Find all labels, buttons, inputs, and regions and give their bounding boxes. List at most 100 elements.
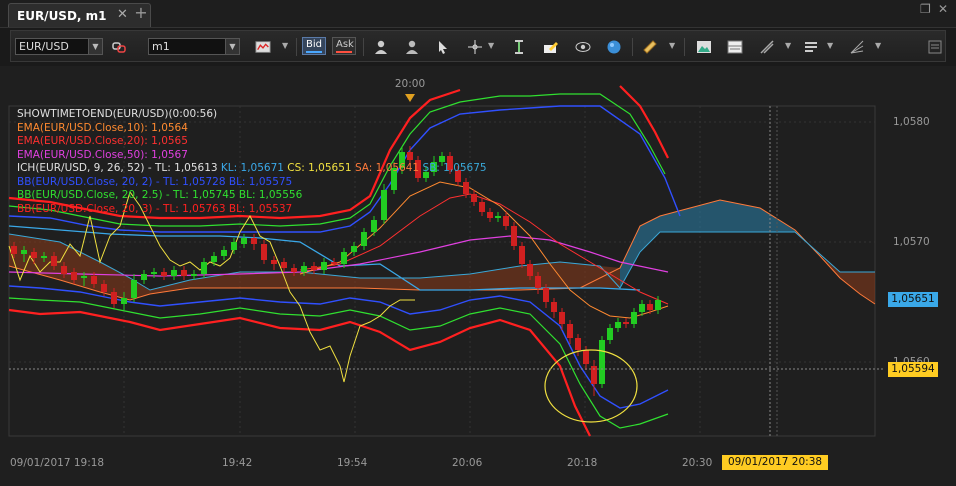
candle-up (495, 216, 501, 218)
ask-button[interactable]: Ask (332, 37, 356, 55)
chevron-down-icon[interactable]: ▼ (785, 41, 791, 50)
candle-up (21, 250, 27, 254)
candle-down (251, 238, 257, 244)
person-alt-icon[interactable] (404, 39, 420, 55)
ich-cs: CS: 1,05651 (287, 162, 352, 174)
candle-up (351, 246, 357, 252)
candle-down (71, 272, 77, 280)
candle-up (341, 252, 347, 264)
price-axis-label: 1,0570 (893, 236, 930, 248)
chevron-down-icon[interactable]: ▼ (488, 41, 494, 50)
legend-bb-25: BB(EUR/USD.Close, 20, 2.5) - TL: 1,05745… (17, 189, 303, 201)
candle-down (647, 304, 653, 310)
pencil-icon[interactable] (543, 39, 559, 55)
cursor-time-tag: 09/01/2017 20:38 (722, 455, 828, 470)
add-tab-button[interactable]: + (130, 4, 152, 26)
tab-title: EUR/USD, m1 (17, 9, 107, 23)
globe-icon[interactable] (606, 39, 622, 55)
list-icon[interactable] (803, 39, 819, 55)
legend-ichimoku: ICH(EUR/USD, 9, 26, 52) - TL: 1,05613 KL… (17, 162, 487, 176)
candle-up (41, 256, 47, 258)
candle-down (331, 262, 337, 264)
candle-up (151, 272, 157, 274)
menu-icon[interactable] (927, 39, 943, 55)
candle-down (181, 270, 187, 276)
candle-up (301, 266, 307, 272)
candle-down (567, 324, 573, 338)
person-icon[interactable] (373, 39, 389, 55)
ich-kl: KL: 1,05671 (220, 162, 284, 174)
text-tool-icon[interactable] (511, 39, 527, 55)
restore-icon[interactable]: ❐ (920, 2, 931, 16)
candle-down (503, 216, 509, 226)
chevron-down-icon[interactable]: ▼ (669, 41, 675, 50)
ask-label: Ask (336, 39, 354, 50)
bid-button[interactable]: Bid (302, 37, 326, 55)
ask-indicator (336, 51, 352, 53)
bid-label: Bid (306, 39, 322, 50)
time-axis-label: 19:54 (337, 457, 368, 469)
candle-up (321, 262, 327, 270)
candle-up (655, 300, 661, 310)
ich-name: ICH(EUR/USD, 9, 26, 52) - (17, 162, 152, 174)
candle-down (311, 266, 317, 270)
ruler-icon[interactable] (642, 39, 658, 55)
title-bar: EUR/USD, m1 ✕ + ❐ ✕ (0, 0, 956, 28)
time-axis-label: 20:18 (567, 457, 598, 469)
candle-up (221, 250, 227, 256)
candle-down (535, 276, 541, 288)
candle-up (639, 304, 645, 312)
close-window-icon[interactable]: ✕ (938, 2, 948, 16)
candle-up (599, 340, 605, 384)
timeframe-select[interactable]: m1 ▼ (148, 38, 240, 55)
candle-down (271, 260, 277, 264)
legend-bb-2: BB(EUR/USD.Close, 20, 2) - TL: 1,05728 B… (17, 175, 293, 188)
candle-up (211, 256, 217, 262)
chevron-down-icon[interactable]: ▼ (827, 41, 833, 50)
landscape-icon[interactable] (696, 39, 712, 55)
eye-icon[interactable] (575, 39, 591, 55)
indicator-legend: SHOWTIMETOEND(EUR/USD)(0:00:56) EMA(EUR/… (17, 108, 487, 216)
candle-down (575, 338, 581, 350)
candle-down (291, 268, 297, 272)
candle-down (623, 322, 629, 324)
tab-close-icon[interactable]: ✕ (117, 7, 128, 22)
candle-down (543, 288, 549, 302)
time-marker-icon (405, 94, 415, 102)
cursor-icon[interactable] (435, 39, 451, 55)
candle-down (61, 266, 67, 274)
legend-ema-20: EMA(EUR/USD.Close,20): 1,0565 (17, 135, 188, 147)
price-axis-label: 1,0580 (893, 116, 930, 128)
candle-up (231, 242, 237, 250)
symbol-select[interactable]: EUR/USD ▼ (15, 38, 103, 55)
time-axis-label: 20:30 (682, 457, 713, 469)
candle-up (81, 276, 87, 278)
ich-tl: TL: 1,05613 (155, 162, 218, 174)
candle-down (511, 226, 517, 246)
candle-down (91, 276, 97, 284)
chart-area[interactable]: 20:00 SHOWTIMETOEND(EUR/USD)(0:00:56) EM… (0, 66, 956, 486)
candle-down (519, 246, 525, 264)
candle-up (191, 274, 197, 276)
bid-indicator (306, 51, 322, 53)
time-axis-label: 20:06 (452, 457, 483, 469)
ich-sa: SA: 1,05641 (354, 162, 420, 174)
candle-up (171, 270, 177, 276)
candle-down (559, 312, 565, 324)
toolbar-separator (632, 38, 633, 56)
panels-icon[interactable] (727, 39, 743, 55)
candle-down (551, 302, 557, 312)
fan-icon[interactable] (849, 39, 865, 55)
chevron-down-icon[interactable]: ▼ (282, 41, 288, 50)
toolbar-separator (296, 38, 297, 56)
candle-up (607, 328, 613, 340)
legend-ema-50: EMA(EUR/USD.Close,50): 1,0567 (17, 148, 188, 161)
lines-icon[interactable] (759, 39, 775, 55)
candle-down (51, 256, 57, 266)
crosshair-icon[interactable] (467, 39, 483, 55)
link-icon[interactable] (111, 39, 127, 55)
chevron-down-icon[interactable]: ▼ (875, 41, 881, 50)
time-axis-label: 09/01/2017 19:18 (10, 457, 105, 469)
candle-down (101, 284, 107, 292)
chart-type-icon[interactable] (255, 39, 271, 55)
